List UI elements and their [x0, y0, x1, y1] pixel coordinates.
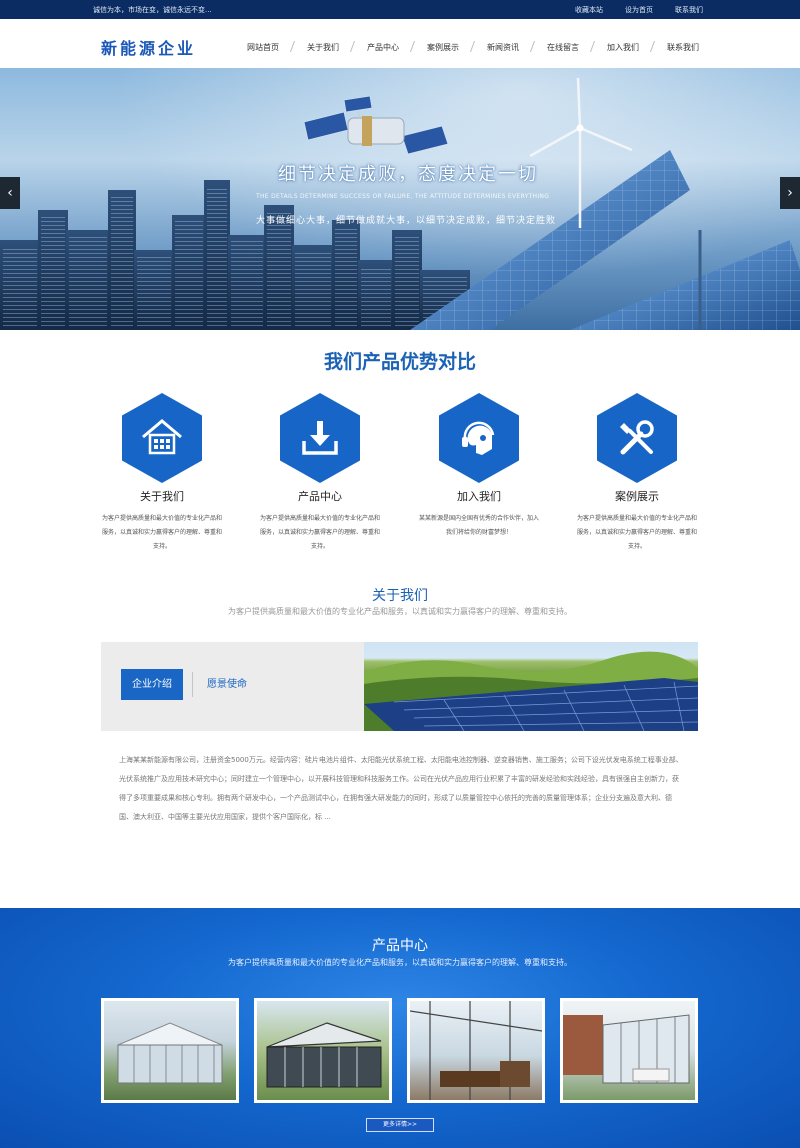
bookmark-link[interactable]: 收藏本站 [575, 5, 603, 15]
more-details-button[interactable]: 更多详情>> [366, 1118, 434, 1132]
satellite-image [303, 96, 449, 155]
nav-contact[interactable]: 联系我们 [653, 42, 713, 53]
product-image [410, 1001, 542, 1100]
about-section-subtitle: 为客户提供高质量和最大价值的专业化产品和服务，以真诚和实力赢得客户的理解、尊重和… [228, 607, 572, 616]
tab-company-intro[interactable]: 企业介绍 [121, 669, 183, 700]
banner-title: 细节决定成败，态度决定一切 [278, 164, 538, 185]
hexagon-badge [597, 393, 677, 483]
top-slogan: 诚信为本，市场在变，诚信永远不变... [93, 6, 212, 14]
products-section: 产品中心 为客户提供高质量和最大价值的专业化产品和服务，以真诚和实力赢得客户的理… [0, 908, 800, 1148]
nav-message[interactable]: 在线留言 [533, 42, 593, 53]
tab-divider [192, 672, 193, 697]
hero-banner: 细节决定成败，态度决定一切 THE DETAILS DETERMINE SUCC… [0, 68, 800, 330]
feature-desc: 某某新源是国内全国有优秀的合作伙伴，加入我们将给你的财富梦想！ [419, 515, 540, 536]
product-image [257, 1001, 389, 1100]
hexagon-badge [439, 393, 519, 483]
site-logo[interactable]: 新能源企业 [101, 35, 196, 59]
feature-desc: 为客户提供高质量和最大价值的专业化产品和服务，以真诚和实力赢得客户的理解、尊重和… [577, 515, 698, 550]
product-card[interactable] [101, 998, 239, 1103]
feature-title: 案例展示 [615, 490, 659, 503]
tab-vision-mission[interactable]: 愿景使命 [207, 669, 247, 700]
product-card[interactable] [254, 998, 392, 1103]
hexagon-badge [122, 393, 202, 483]
feature-title: 产品中心 [298, 490, 342, 503]
feature-products[interactable]: 产品中心 为客户提供高质量和最大价值的专业化产品和服务，以真诚和实力赢得客户的理… [240, 393, 400, 554]
nav-cases[interactable]: 案例展示 [413, 42, 473, 53]
product-card[interactable] [407, 998, 545, 1103]
feature-cases[interactable]: 案例展示 为客户提供高质量和最大价值的专业化产品和服务，以真诚和实力赢得客户的理… [557, 393, 717, 554]
top-bar: 诚信为本，市场在变，诚信永远不变... 收藏本站 设为首页 联系我们 [0, 0, 800, 19]
house-icon [142, 419, 182, 455]
feature-title: 加入我们 [457, 490, 501, 503]
download-icon [302, 421, 338, 455]
tools-icon [620, 420, 654, 455]
products-section-subtitle: 为客户提供高质量和最大价值的专业化产品和服务，以真诚和实力赢得客户的理解、尊重和… [228, 958, 572, 967]
feature-join[interactable]: 加入我们 某某新源是国内全国有优秀的合作伙伴，加入我们将给你的财富梦想！ [399, 393, 559, 540]
feature-title: 关于我们 [140, 490, 184, 503]
about-paragraph: 上海某某新能源有限公司，注册资金5000万元。经营内容：硅片电池片组件、太阳能光… [119, 756, 683, 821]
main-nav: 网站首页 关于我们 产品中心 案例展示 新闻资讯 在线留言 加入我们 联系我们 [233, 42, 713, 53]
nav-about[interactable]: 关于我们 [293, 42, 353, 53]
feature-desc: 为客户提供高质量和最大价值的专业化产品和服务，以真诚和实力赢得客户的理解、尊重和… [260, 515, 381, 550]
hexagon-badge [280, 393, 360, 483]
nav-join[interactable]: 加入我们 [593, 42, 653, 53]
feature-desc: 为客户提供高质量和最大价值的专业化产品和服务，以真诚和实力赢得客户的理解、尊重和… [102, 515, 223, 550]
compare-section-title: 我们产品优势对比 [323, 351, 476, 373]
banner-subtitle-cn: 大事做细心大事，细节做成就大事，以细节决定成败，细节决定胜败 [256, 216, 557, 226]
set-homepage-link[interactable]: 设为首页 [625, 5, 653, 15]
nav-home[interactable]: 网站首页 [233, 42, 293, 53]
about-solar-field-image [364, 642, 698, 731]
headset-icon [462, 421, 495, 455]
banner-prev-button[interactable]: ‹ [0, 177, 20, 209]
banner-next-button[interactable]: › [780, 177, 800, 209]
feature-about[interactable]: 关于我们 为客户提供高质量和最大价值的专业化产品和服务，以真诚和实力赢得客户的理… [82, 393, 242, 554]
nav-products[interactable]: 产品中心 [353, 42, 413, 53]
product-image [104, 1001, 236, 1100]
products-section-title: 产品中心 [372, 938, 428, 954]
nav-news[interactable]: 新闻资讯 [473, 42, 533, 53]
contact-link[interactable]: 联系我们 [675, 5, 703, 15]
header: 新能源企业 网站首页 关于我们 产品中心 案例展示 新闻资讯 在线留言 加入我们… [0, 19, 800, 68]
chevron-right-icon: › [787, 185, 793, 201]
top-links: 收藏本站 设为首页 联系我们 [575, 5, 703, 15]
chevron-left-icon: ‹ [7, 185, 13, 201]
product-card[interactable] [560, 998, 698, 1103]
product-image [563, 1001, 695, 1100]
about-section-title: 关于我们 [372, 588, 428, 604]
banner-subtitle-en: THE DETAILS DETERMINE SUCCESS OR FAILURE… [256, 193, 550, 200]
wind-turbine-image [529, 78, 633, 228]
